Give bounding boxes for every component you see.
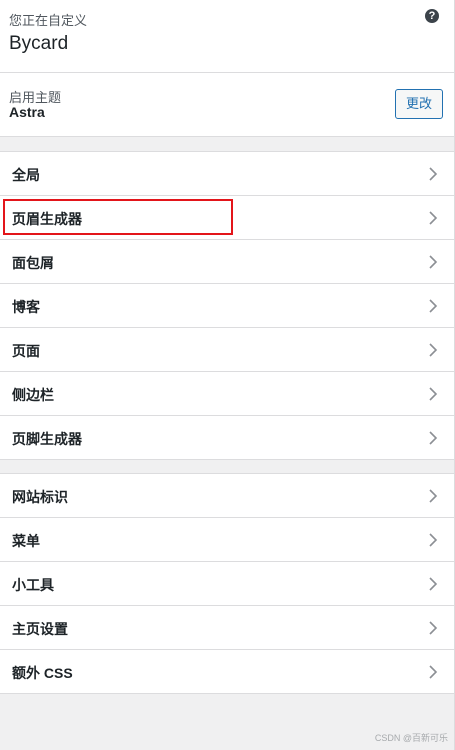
chevron-right-icon [429, 343, 438, 357]
chevron-right-icon [429, 489, 438, 503]
watermark-text: CSDN @百新可乐 [374, 733, 448, 743]
menu-item-label: 页脚生成器 [12, 431, 82, 447]
menu-item-label: 主页设置 [12, 621, 68, 637]
menu-item-breadcrumb[interactable]: 面包屑 [0, 240, 454, 284]
customizer-menu-primary: 全局 页眉生成器 面包屑 博客 页面 侧边栏 页脚生成器 [0, 151, 454, 460]
chevron-right-icon [429, 621, 438, 635]
menu-item-label: 全局 [12, 167, 40, 183]
customizer-panel: 您正在自定义 Bycard ? 启用主题 Astra 更改 全局 页眉生成器 面… [0, 0, 455, 750]
chevron-right-icon [429, 533, 438, 547]
chevron-right-icon [429, 299, 438, 313]
chevron-right-icon [429, 167, 438, 181]
chevron-right-icon [429, 255, 438, 269]
menu-item-menus[interactable]: 菜单 [0, 518, 454, 562]
menu-item-label: 博客 [12, 299, 40, 315]
customizing-label: 您正在自定义 [9, 13, 88, 28]
menu-item-label: 额外 CSS [12, 665, 73, 681]
menu-item-label: 面包屑 [12, 255, 54, 271]
chevron-right-icon [429, 211, 438, 225]
menu-item-label: 小工具 [12, 577, 54, 593]
active-theme-name: Astra [9, 104, 45, 120]
help-icon[interactable]: ? [425, 9, 439, 23]
menu-item-homepage-settings[interactable]: 主页设置 [0, 606, 454, 650]
menu-item-label: 页面 [12, 343, 40, 359]
customizer-header: 您正在自定义 Bycard ? [0, 0, 454, 73]
menu-item-blog[interactable]: 博客 [0, 284, 454, 328]
menu-item-additional-css[interactable]: 额外 CSS [0, 650, 454, 694]
menu-item-site-identity[interactable]: 网站标识 [0, 474, 454, 518]
menu-item-page[interactable]: 页面 [0, 328, 454, 372]
change-theme-button[interactable]: 更改 [395, 89, 443, 119]
chevron-right-icon [429, 665, 438, 679]
menu-item-label: 页眉生成器 [12, 211, 82, 227]
menu-item-widgets[interactable]: 小工具 [0, 562, 454, 606]
menu-item-global[interactable]: 全局 [0, 152, 454, 196]
chevron-right-icon [429, 431, 438, 445]
menu-item-label: 网站标识 [12, 489, 68, 505]
site-title: Bycard [9, 33, 69, 54]
active-theme-section: 启用主题 Astra 更改 [0, 73, 454, 137]
customizer-menu-secondary: 网站标识 菜单 小工具 主页设置 额外 CSS [0, 473, 454, 694]
menu-item-label: 侧边栏 [12, 387, 54, 403]
menu-item-sidebar[interactable]: 侧边栏 [0, 372, 454, 416]
menu-item-header-builder[interactable]: 页眉生成器 [0, 196, 454, 240]
menu-item-footer-builder[interactable]: 页脚生成器 [0, 416, 454, 460]
menu-item-label: 菜单 [12, 533, 40, 549]
chevron-right-icon [429, 577, 438, 591]
chevron-right-icon [429, 387, 438, 401]
